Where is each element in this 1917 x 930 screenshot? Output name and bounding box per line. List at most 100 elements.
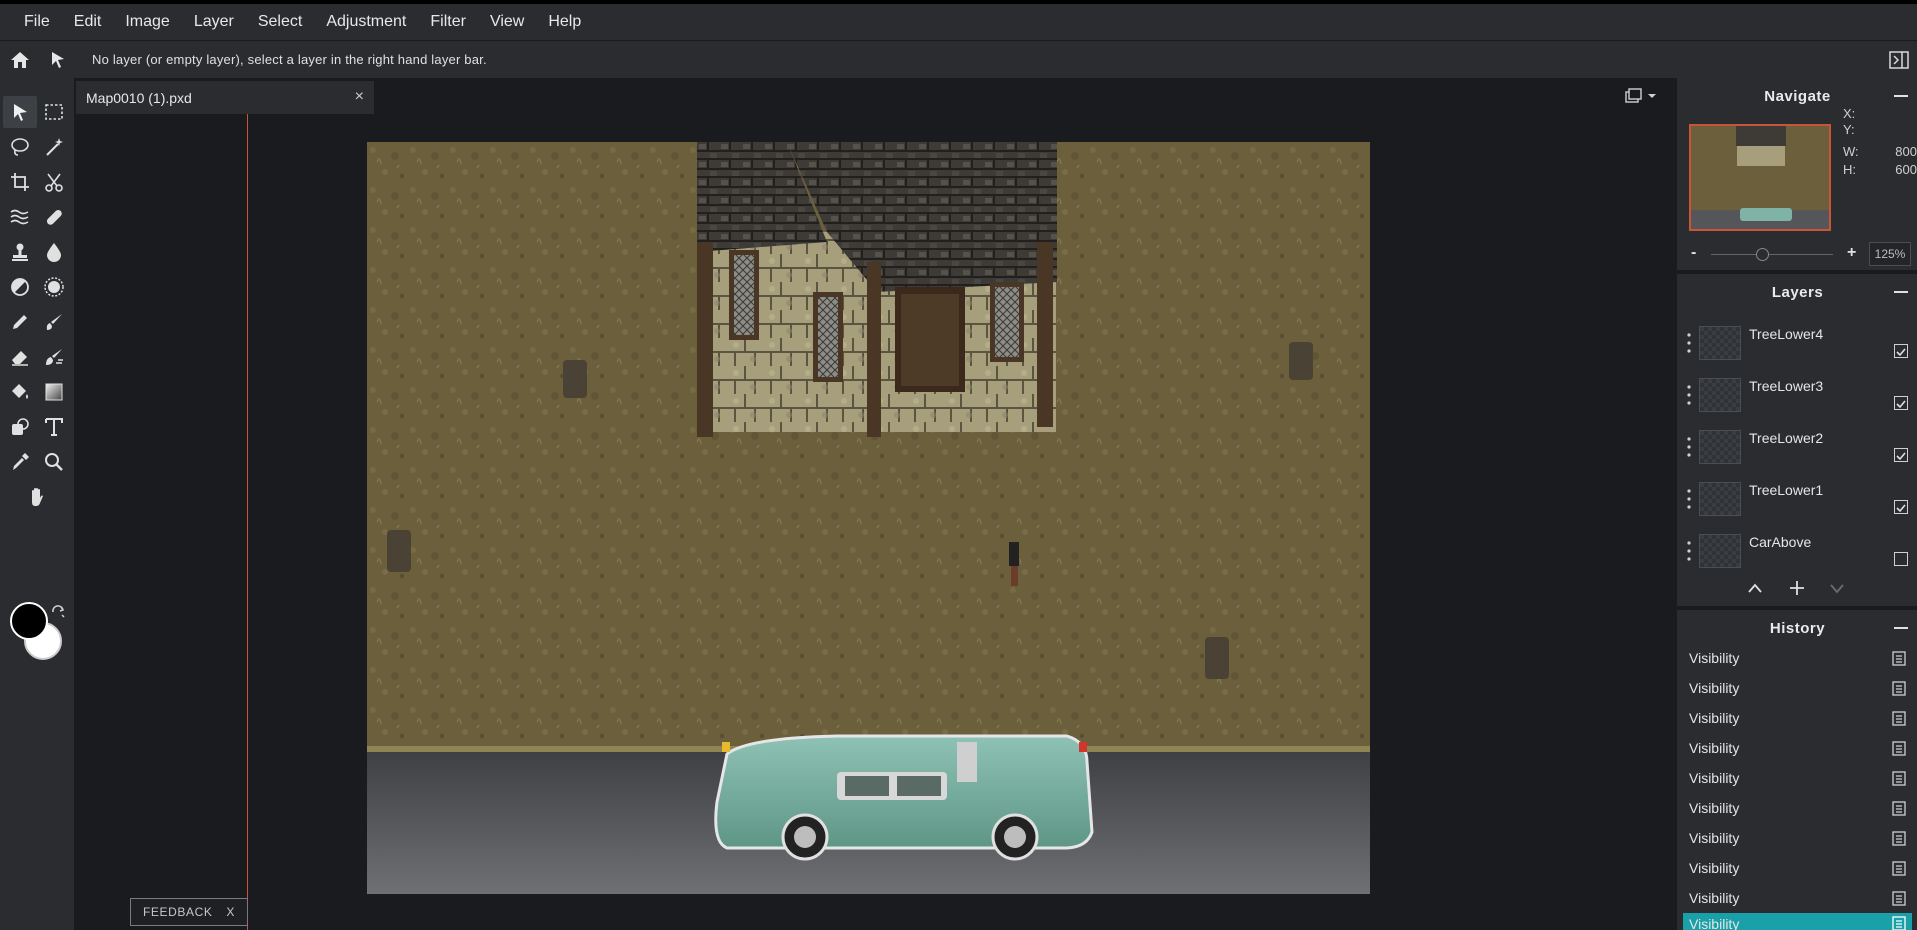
crop-tool[interactable]	[3, 166, 37, 198]
move-layer-up-icon[interactable]	[1747, 582, 1763, 594]
history-item[interactable]: Visibility	[1683, 793, 1912, 823]
gradient-tool[interactable]	[37, 376, 71, 408]
history-item[interactable]: Visibility	[1683, 673, 1912, 703]
zoom-tool[interactable]	[37, 446, 71, 478]
history-item[interactable]: Visibility	[1683, 643, 1912, 673]
document-tab[interactable]: Map0010 (1).pxd ×	[76, 81, 374, 114]
add-layer-icon[interactable]	[1789, 580, 1805, 596]
layer-name: CarAbove	[1749, 534, 1812, 550]
menu-view[interactable]: View	[478, 13, 536, 31]
document-icon	[1892, 801, 1906, 816]
heal-tool[interactable]	[37, 201, 71, 233]
drag-handle-icon[interactable]	[1687, 332, 1691, 354]
layer-visibility-checkbox[interactable]	[1894, 552, 1908, 566]
layer-thumbnail	[1699, 430, 1741, 464]
move-tool-indicator	[40, 41, 76, 79]
menu-layer[interactable]: Layer	[182, 13, 246, 31]
navigator-thumbnail[interactable]	[1689, 124, 1831, 231]
layer-visibility-checkbox[interactable]	[1894, 448, 1908, 462]
zoom-in-button[interactable]: +	[1847, 244, 1856, 262]
zoom-out-button[interactable]: -	[1691, 244, 1696, 262]
liquify-tool[interactable]	[3, 201, 37, 233]
menu-edit[interactable]: Edit	[62, 13, 114, 31]
dodge-tool[interactable]	[3, 271, 37, 303]
layer-visibility-checkbox[interactable]	[1894, 500, 1908, 514]
drag-handle-icon[interactable]	[1687, 488, 1691, 510]
document-tab-name: Map0010 (1).pxd	[86, 89, 192, 106]
menu-select[interactable]: Select	[246, 13, 314, 31]
menu-adjustment[interactable]: Adjustment	[314, 13, 418, 31]
zoom-value-field[interactable]: 125%	[1869, 242, 1911, 266]
drag-handle-icon[interactable]	[1687, 384, 1691, 406]
home-button[interactable]	[0, 41, 40, 79]
marquee-tool[interactable]	[37, 96, 71, 128]
magic-wand-tool[interactable]	[37, 131, 71, 163]
map-image	[367, 142, 1370, 894]
smudge-tool[interactable]	[37, 341, 71, 373]
layer-thumbnail	[1699, 326, 1741, 360]
shape-tool[interactable]	[3, 411, 37, 443]
layer-row[interactable]: TreeLower3	[1677, 372, 1917, 424]
menu-image[interactable]: Image	[113, 13, 181, 31]
right-panel: Navigate X: Y: W: 800 H: 600 - + 125% Laye…	[1676, 78, 1917, 930]
swap-colors-icon[interactable]	[50, 604, 66, 620]
zoom-slider[interactable]	[1711, 254, 1833, 255]
text-tool[interactable]	[37, 411, 71, 443]
history-item[interactable]: Visibility	[1683, 823, 1912, 853]
cut-tool[interactable]	[37, 166, 71, 198]
brush-tool[interactable]	[37, 306, 71, 338]
blur-tool[interactable]	[37, 236, 71, 268]
layer-row[interactable]: TreeLower4	[1677, 320, 1917, 372]
history-item[interactable]: Visibility	[1683, 703, 1912, 733]
sponge-icon	[44, 277, 64, 297]
feedback-button[interactable]: FEEDBACK X	[130, 898, 248, 926]
move-tool[interactable]	[3, 96, 37, 128]
eraser-tool[interactable]	[3, 341, 37, 373]
layer-row[interactable]: CarAbove	[1677, 528, 1917, 580]
layer-visibility-checkbox[interactable]	[1894, 344, 1908, 358]
layer-visibility-checkbox[interactable]	[1894, 396, 1908, 410]
layer-row[interactable]: TreeLower2	[1677, 424, 1917, 476]
eyedropper-icon	[13, 453, 29, 470]
window-arrange-icon[interactable]	[1624, 88, 1660, 104]
history-minimize-icon[interactable]	[1894, 627, 1908, 629]
brush-icon	[46, 314, 62, 330]
lasso-tool[interactable]	[3, 131, 37, 163]
pointer-icon	[52, 51, 64, 68]
feedback-close-button[interactable]: X	[226, 905, 235, 919]
zoom-slider-handle[interactable]	[1756, 248, 1770, 261]
eraser-icon	[12, 351, 28, 366]
move-layer-down-icon[interactable]	[1829, 582, 1845, 594]
history-item[interactable]: Visibility	[1683, 853, 1912, 883]
clone-stamp-tool[interactable]	[3, 236, 37, 268]
crop-icon	[11, 173, 29, 191]
close-tab-button[interactable]: ×	[355, 88, 364, 106]
pencil-tool[interactable]	[3, 306, 37, 338]
drag-handle-icon[interactable]	[1687, 540, 1691, 562]
canvas-workspace[interactable]: FEEDBACK X	[74, 114, 1676, 930]
document-icon	[1892, 651, 1906, 666]
history-item[interactable]: Visibility	[1683, 763, 1912, 793]
layers-minimize-icon[interactable]	[1894, 291, 1908, 293]
drag-handle-icon[interactable]	[1687, 436, 1691, 458]
menu-file[interactable]: File	[12, 13, 62, 31]
layer-row[interactable]: TreeLower1	[1677, 476, 1917, 528]
history-item[interactable]: Visibility	[1683, 883, 1912, 913]
tools-panel	[0, 78, 74, 930]
image-canvas[interactable]	[367, 142, 1370, 894]
history-item-current[interactable]: Visibility	[1683, 913, 1912, 930]
layer-name: TreeLower4	[1749, 326, 1824, 342]
zoom-controls: - + 125%	[1677, 242, 1917, 268]
navigate-minimize-icon[interactable]	[1894, 95, 1908, 97]
collapse-panel-icon[interactable]	[1889, 51, 1909, 69]
menu-help[interactable]: Help	[536, 13, 593, 31]
foreground-color-swatch[interactable]	[10, 602, 48, 640]
hand-tool[interactable]	[20, 481, 54, 513]
history-item[interactable]: Visibility	[1683, 733, 1912, 763]
fill-tool[interactable]	[3, 376, 37, 408]
lasso-icon	[11, 138, 29, 156]
sponge-tool[interactable]	[37, 271, 71, 303]
eyedropper-tool[interactable]	[3, 446, 37, 478]
menu-filter[interactable]: Filter	[418, 13, 478, 31]
pencil-icon	[13, 315, 27, 329]
